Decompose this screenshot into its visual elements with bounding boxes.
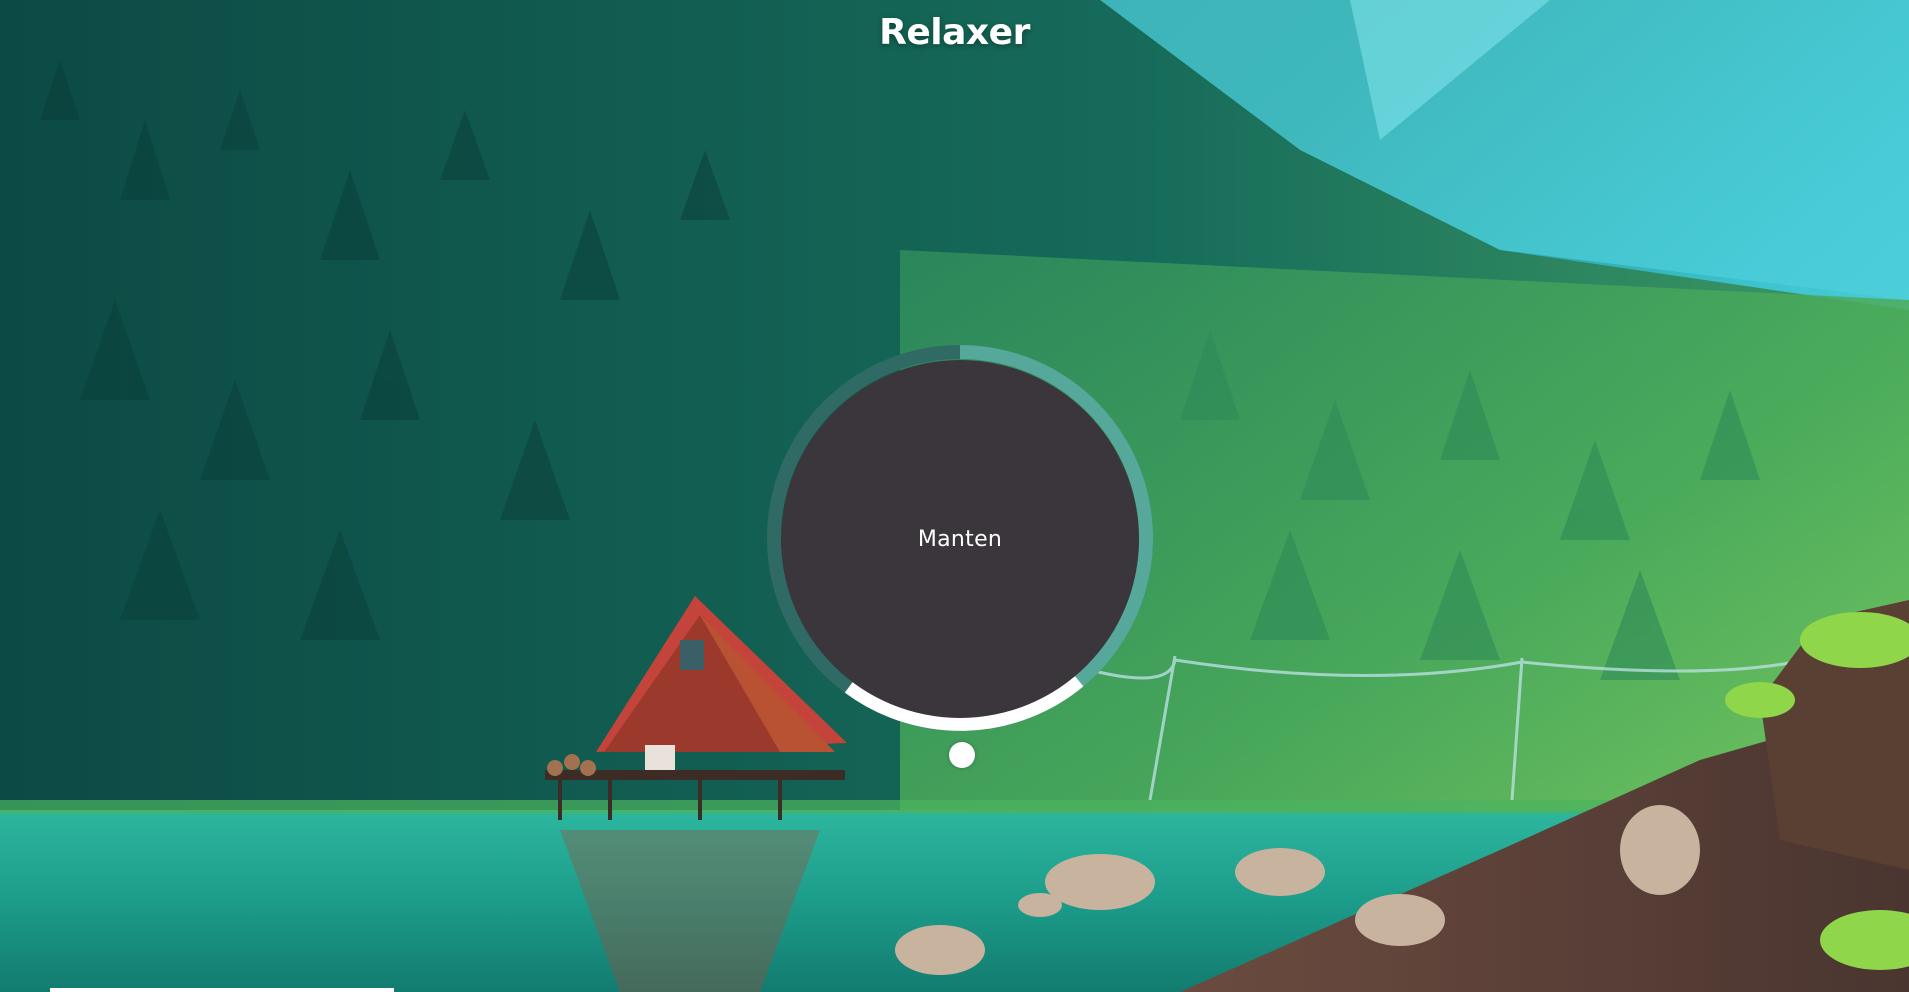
- timer-pointer: [949, 742, 975, 768]
- breathing-instruction: Manten: [917, 526, 1003, 552]
- app-title: Relaxer: [879, 12, 1030, 53]
- breathing-circle[interactable]: Manten: [781, 360, 1139, 718]
- bottom-progress-line: [50, 988, 394, 992]
